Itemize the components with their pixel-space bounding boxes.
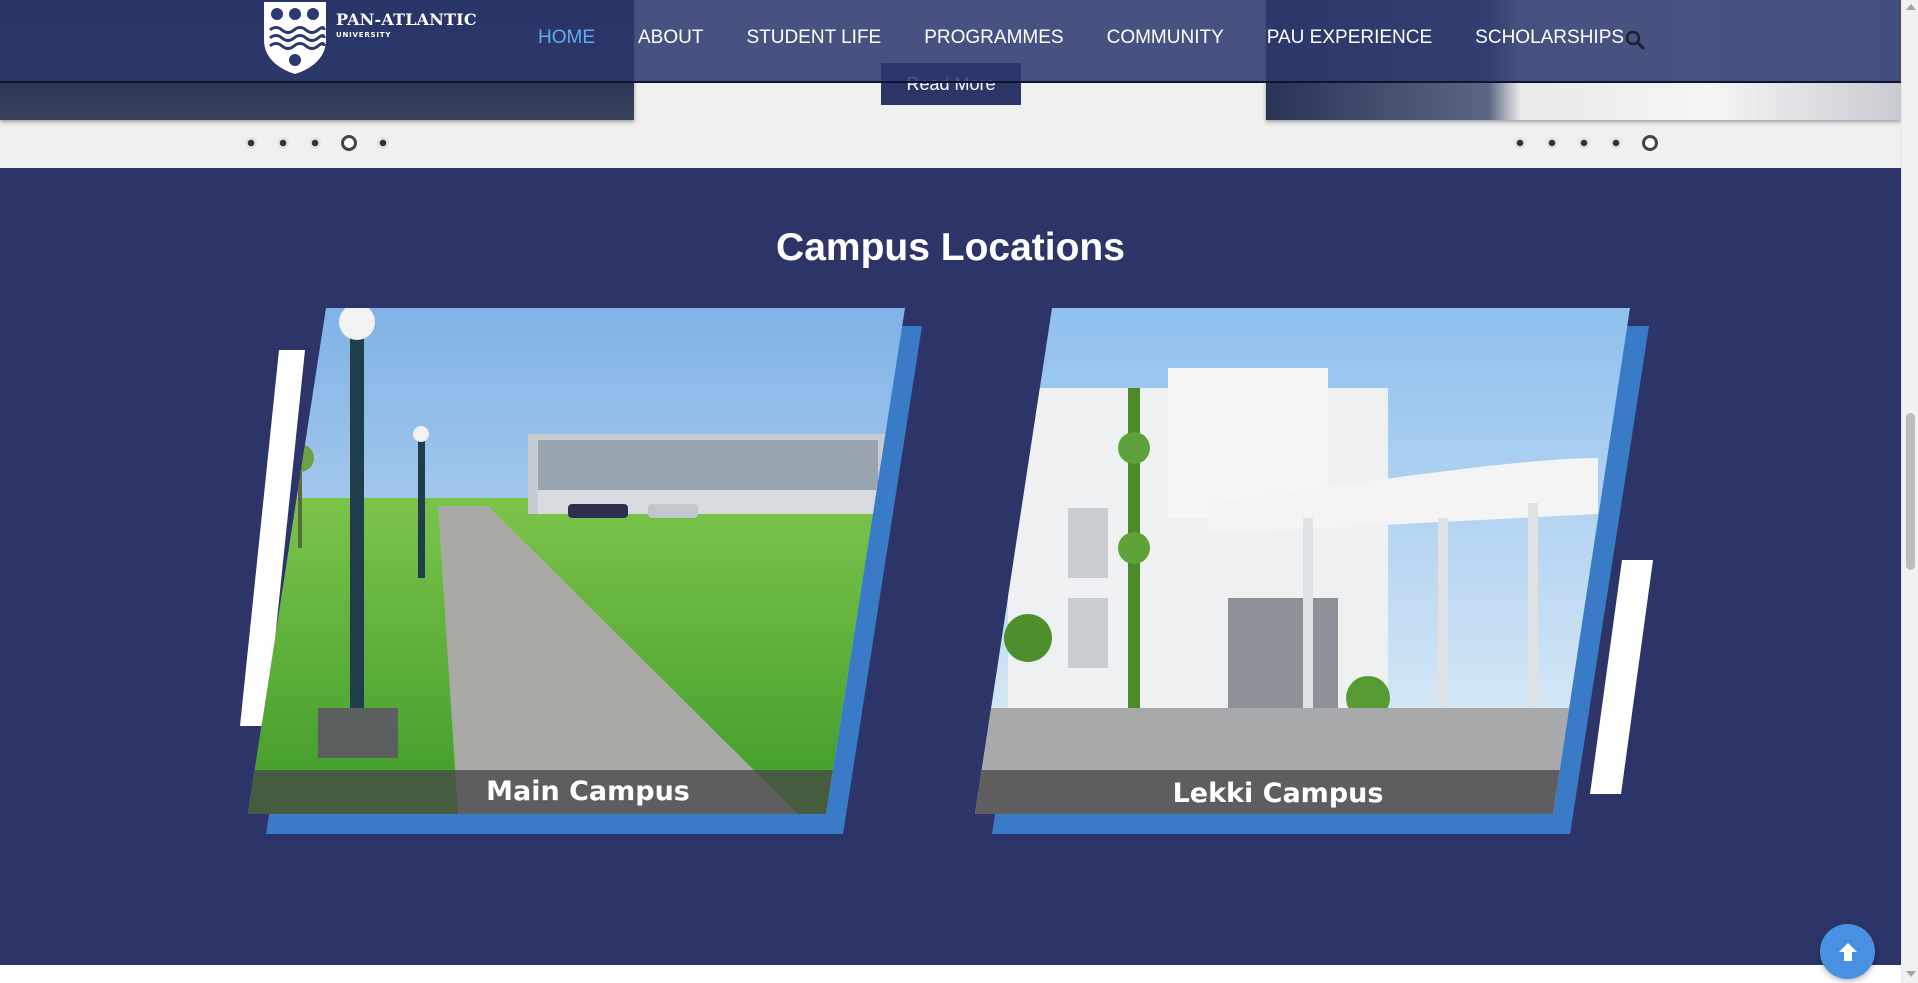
- slider-dot[interactable]: [1546, 137, 1558, 149]
- back-to-top-button[interactable]: [1820, 924, 1875, 979]
- slider-dot[interactable]: [245, 137, 257, 149]
- slider-dot[interactable]: [277, 137, 289, 149]
- slider-dots-left: [245, 135, 389, 151]
- main-nav: HOME ABOUT STUDENT LIFE PROGRAMMES COMMU…: [538, 27, 1667, 49]
- page-scrollbar[interactable]: [1901, 0, 1918, 983]
- scroll-down-icon[interactable]: [1906, 971, 1916, 977]
- slider-dot[interactable]: [377, 137, 389, 149]
- search-icon[interactable]: [1625, 30, 1645, 50]
- site-logo[interactable]: PAN-ATLANTIC UNIVERSITY: [262, 0, 477, 75]
- brand-sub: UNIVERSITY: [336, 31, 392, 39]
- arrow-up-icon: [1838, 942, 1857, 961]
- campus-card-lekki[interactable]: Lekki Campus: [968, 308, 1658, 838]
- section-title: Campus Locations: [776, 226, 1125, 269]
- campus-card-main[interactable]: Main Campus: [238, 308, 928, 838]
- slider-dot-active[interactable]: [341, 135, 357, 151]
- nav-item-scholarships[interactable]: SCHOLARSHIPS: [1475, 27, 1624, 49]
- slider-dots-right: [1514, 135, 1658, 151]
- brand-name: PAN-ATLANTIC: [336, 10, 477, 29]
- slider-dot-active[interactable]: [1642, 135, 1658, 151]
- slider-dot[interactable]: [309, 137, 321, 149]
- main-campus-image: [240, 308, 922, 834]
- campus-card-label: Lekki Campus: [1172, 778, 1384, 809]
- page-bottom-strip: [0, 965, 1901, 983]
- university-shield-icon: [264, 2, 326, 74]
- nav-item-about[interactable]: ABOUT: [638, 27, 703, 49]
- site-header: PAN-ATLANTIC UNIVERSITY HOME ABOUT STUDE…: [0, 0, 1901, 83]
- nav-item-home[interactable]: HOME: [538, 27, 595, 49]
- slider-dot[interactable]: [1610, 137, 1622, 149]
- lekki-campus-image: [975, 308, 1653, 834]
- campus-locations-section: Campus Locations Main Campus Lekki Campu…: [0, 168, 1901, 965]
- nav-item-pau-experience[interactable]: PAU EXPERIENCE: [1267, 27, 1432, 49]
- slider-dot[interactable]: [1578, 137, 1590, 149]
- scroll-up-icon[interactable]: [1906, 4, 1916, 10]
- nav-item-student-life[interactable]: STUDENT LIFE: [746, 27, 881, 49]
- scroll-thumb[interactable]: [1906, 413, 1915, 570]
- campus-card-label: Main Campus: [486, 776, 690, 807]
- nav-item-community[interactable]: COMMUNITY: [1107, 27, 1224, 49]
- nav-item-programmes[interactable]: PROGRAMMES: [924, 27, 1063, 49]
- slider-dot[interactable]: [1514, 137, 1526, 149]
